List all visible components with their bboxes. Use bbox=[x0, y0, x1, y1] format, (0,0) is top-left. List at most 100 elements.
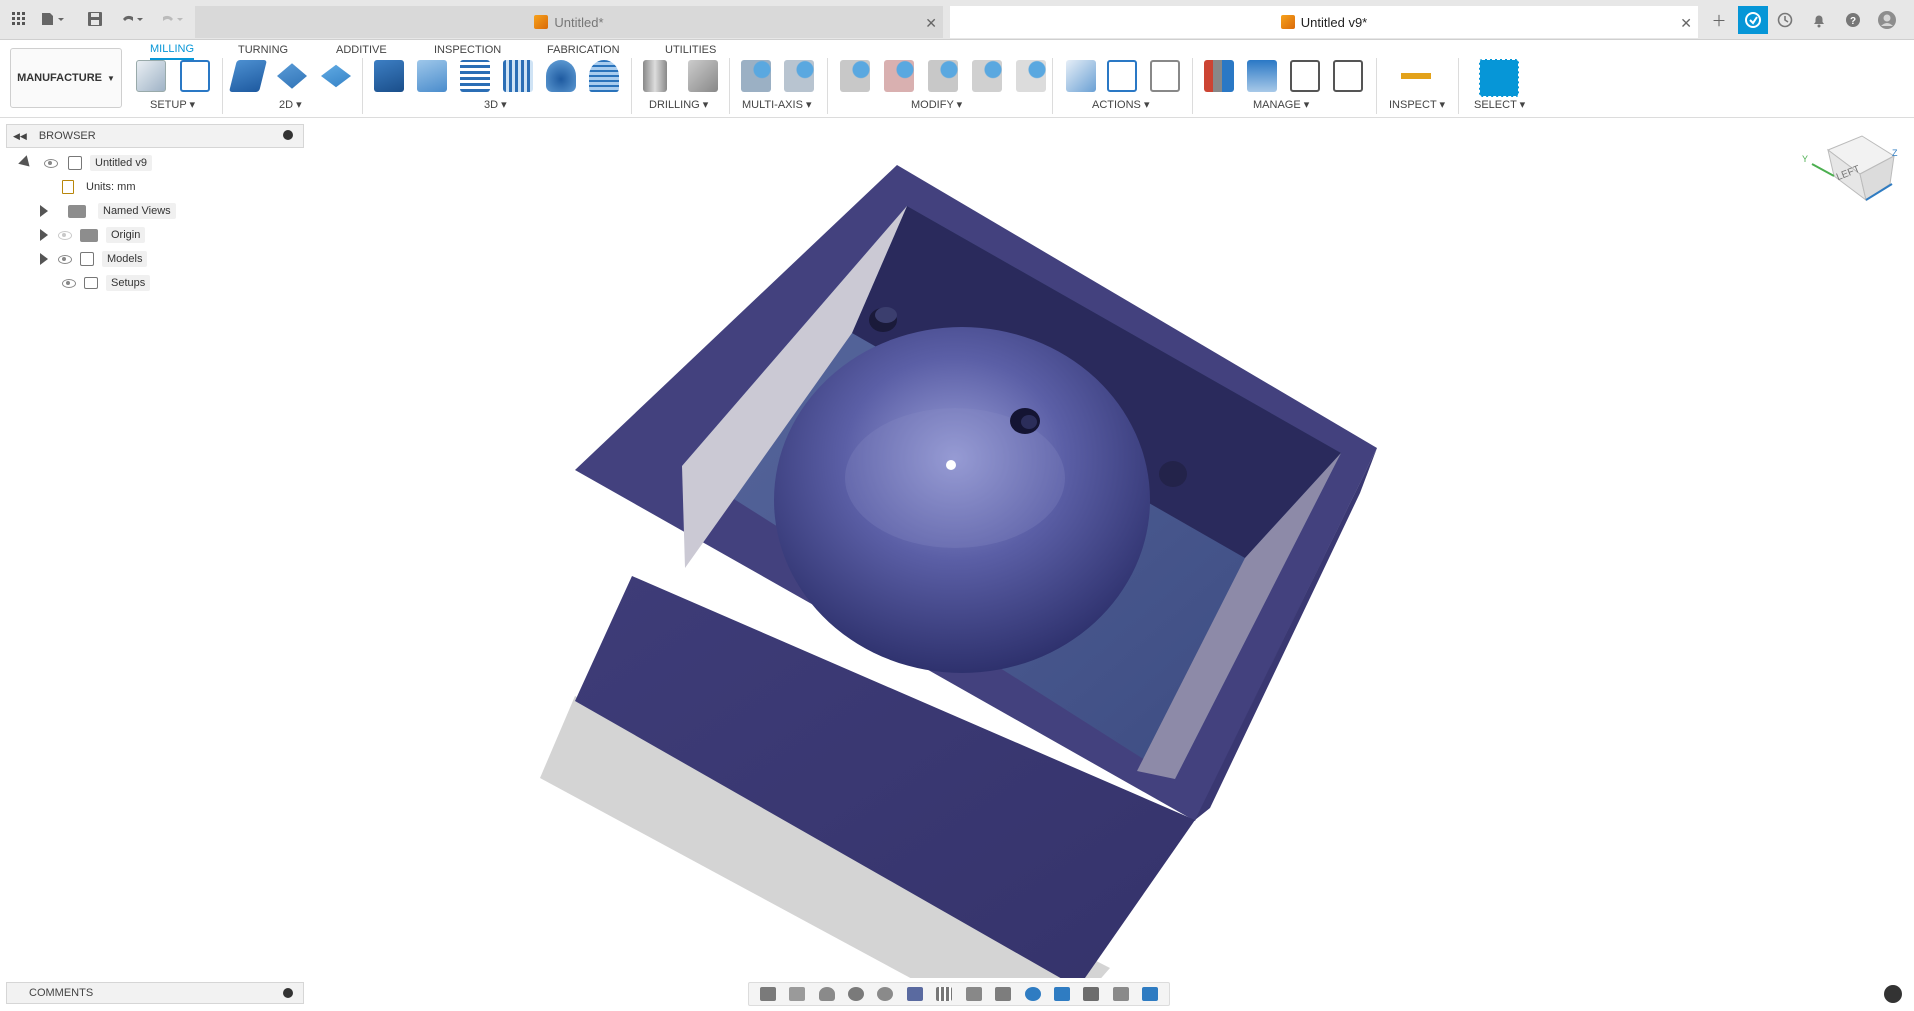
hidden-eye-icon[interactable] bbox=[58, 230, 72, 240]
pan-hand-icon[interactable] bbox=[818, 987, 835, 1001]
group-inspect[interactable]: INSPECT ▾ bbox=[1389, 98, 1445, 111]
group-setup[interactable]: SETUP ▾ bbox=[150, 98, 195, 111]
tab-additive[interactable]: ADDITIVE bbox=[336, 40, 387, 60]
reverse-tool-icon[interactable] bbox=[972, 60, 1002, 92]
visibility-eye-icon[interactable] bbox=[58, 254, 72, 264]
sphere-highlight bbox=[946, 460, 956, 470]
trim-tool-icon[interactable] bbox=[840, 60, 870, 92]
tool-library-icon[interactable] bbox=[1204, 60, 1234, 92]
group-manage[interactable]: MANAGE ▾ bbox=[1253, 98, 1309, 111]
workspace-switcher[interactable]: MANUFACTURE ▼ bbox=[10, 48, 122, 108]
hole-recognition-tool-icon[interactable] bbox=[688, 60, 718, 92]
orbit-icon[interactable] bbox=[759, 987, 776, 1001]
undo-icon[interactable] bbox=[116, 8, 148, 30]
group-drilling[interactable]: DRILLING ▾ bbox=[649, 98, 708, 111]
group-2d[interactable]: 2D ▾ bbox=[279, 98, 302, 111]
notifications-bell-icon[interactable] bbox=[1804, 6, 1834, 34]
tab-milling[interactable]: MILLING bbox=[150, 40, 195, 60]
expand-triangle-icon[interactable] bbox=[40, 253, 48, 265]
apps-grid-icon[interactable] bbox=[8, 8, 30, 30]
steep-shallow-tool-icon[interactable] bbox=[460, 60, 490, 92]
face-tool-icon[interactable] bbox=[321, 64, 351, 88]
template-library-icon[interactable] bbox=[1333, 60, 1363, 92]
history-clock-icon[interactable] bbox=[1770, 6, 1800, 34]
drill-tool-icon[interactable] bbox=[643, 60, 667, 92]
zoom-icon[interactable] bbox=[847, 987, 864, 1001]
group-multi-axis[interactable]: MULTI-AXIS ▾ bbox=[742, 98, 812, 111]
document-tab-untitled-v9[interactable]: Untitled v9* ✕ bbox=[950, 6, 1698, 38]
section-analysis-icon[interactable] bbox=[1142, 987, 1159, 1001]
chevron-down-icon: ▼ bbox=[107, 73, 115, 83]
user-avatar-icon[interactable] bbox=[1872, 6, 1902, 34]
collapse-triangle-icon[interactable] bbox=[18, 155, 34, 171]
expand-triangle-icon[interactable] bbox=[40, 229, 48, 241]
group-3d[interactable]: 3D ▾ bbox=[484, 98, 507, 111]
tree-item-named-views[interactable]: Named Views bbox=[40, 201, 176, 221]
setup-sheet-document-icon[interactable] bbox=[1150, 60, 1180, 92]
grid-settings-icon[interactable] bbox=[936, 987, 953, 1001]
save-icon[interactable] bbox=[84, 8, 106, 30]
help-icon[interactable]: ? bbox=[1838, 6, 1868, 34]
measure-ruler-icon[interactable] bbox=[1401, 60, 1431, 92]
viewports-icon[interactable] bbox=[965, 987, 982, 1001]
close-tab-icon[interactable]: ✕ bbox=[925, 15, 937, 32]
tree-item-units[interactable]: Units: mm bbox=[62, 177, 136, 197]
effects-icon[interactable] bbox=[1024, 987, 1041, 1001]
expand-triangle-icon[interactable] bbox=[40, 205, 48, 217]
new-tab-icon[interactable]: ＋ bbox=[1704, 6, 1734, 34]
new-setup-tool-icon[interactable] bbox=[136, 60, 166, 92]
2d-pocket-tool-icon[interactable] bbox=[277, 63, 307, 89]
document-tab-untitled[interactable]: Untitled* ✕ bbox=[195, 6, 943, 38]
3d-pocket-tool-icon[interactable] bbox=[417, 60, 447, 92]
fit-window-icon[interactable] bbox=[877, 987, 894, 1001]
tree-item-origin[interactable]: Origin bbox=[40, 225, 146, 245]
tree-item-models[interactable]: Models bbox=[40, 249, 148, 269]
tab-fabrication[interactable]: FABRICATION bbox=[547, 40, 620, 60]
multi-axis-contour-tool-icon[interactable] bbox=[784, 60, 814, 92]
tree-item-label: Models bbox=[102, 251, 148, 267]
collapse-panel-icon[interactable]: ◀◀ bbox=[13, 131, 27, 142]
browser-panel-header[interactable]: ◀◀ BROWSER bbox=[6, 124, 304, 148]
tree-item-setups[interactable]: Setups bbox=[62, 273, 151, 293]
parallel-tool-icon[interactable] bbox=[503, 60, 533, 92]
tab-turning[interactable]: TURNING bbox=[238, 40, 288, 60]
machine-library-icon[interactable] bbox=[1247, 60, 1277, 92]
select-window-icon[interactable] bbox=[1479, 59, 1519, 97]
redo-icon[interactable] bbox=[156, 8, 188, 30]
look-at-icon[interactable] bbox=[789, 987, 806, 1001]
close-tab-icon[interactable]: ✕ bbox=[1680, 15, 1692, 32]
post-process-g1g2-icon[interactable] bbox=[1107, 60, 1137, 92]
3d-adaptive-tool-icon[interactable] bbox=[374, 60, 404, 92]
tab-utilities[interactable]: UTILITIES bbox=[665, 40, 716, 60]
camera-icon[interactable] bbox=[1083, 987, 1100, 1001]
contour-tool-icon[interactable] bbox=[589, 60, 619, 92]
tree-root-row[interactable]: Untitled v9 bbox=[18, 153, 152, 173]
group-actions[interactable]: ACTIONS ▾ bbox=[1092, 98, 1149, 111]
delete-toolpath-tool-icon[interactable] bbox=[884, 60, 914, 92]
display-settings-icon[interactable] bbox=[906, 987, 923, 1001]
simulate-tool-icon[interactable] bbox=[1066, 60, 1096, 92]
swarf-tool-icon[interactable] bbox=[741, 60, 771, 92]
group-select[interactable]: SELECT ▾ bbox=[1474, 98, 1525, 111]
setup-sheet-tool-icon[interactable] bbox=[180, 60, 210, 92]
file-menu-icon[interactable] bbox=[38, 8, 68, 30]
visibility-eye-icon[interactable] bbox=[62, 278, 76, 288]
model-viewport[interactable]: LEFT Y Z bbox=[0, 118, 1914, 1011]
status-indicator-icon[interactable] bbox=[1884, 985, 1902, 1003]
scallop-tool-icon[interactable] bbox=[546, 60, 576, 92]
group-modify[interactable]: MODIFY ▾ bbox=[911, 98, 962, 111]
job-status-icon[interactable] bbox=[1738, 6, 1768, 34]
2d-adaptive-tool-icon[interactable] bbox=[229, 60, 267, 92]
comments-panel[interactable]: COMMENTS bbox=[6, 982, 304, 1004]
visibility-eye-icon[interactable] bbox=[44, 158, 58, 168]
filter-icon[interactable] bbox=[1112, 987, 1129, 1001]
view-cube[interactable]: LEFT Y Z bbox=[1800, 132, 1900, 202]
post-library-icon[interactable] bbox=[1290, 60, 1320, 92]
panel-options-icon[interactable] bbox=[283, 130, 293, 140]
add-comment-icon[interactable] bbox=[283, 988, 293, 998]
tab-inspection[interactable]: INSPECTION bbox=[434, 40, 501, 60]
pattern-tool-icon[interactable] bbox=[928, 60, 958, 92]
link-tool-icon[interactable] bbox=[1016, 60, 1046, 92]
object-visibility-icon[interactable] bbox=[1053, 987, 1070, 1001]
environment-icon[interactable] bbox=[995, 987, 1012, 1001]
